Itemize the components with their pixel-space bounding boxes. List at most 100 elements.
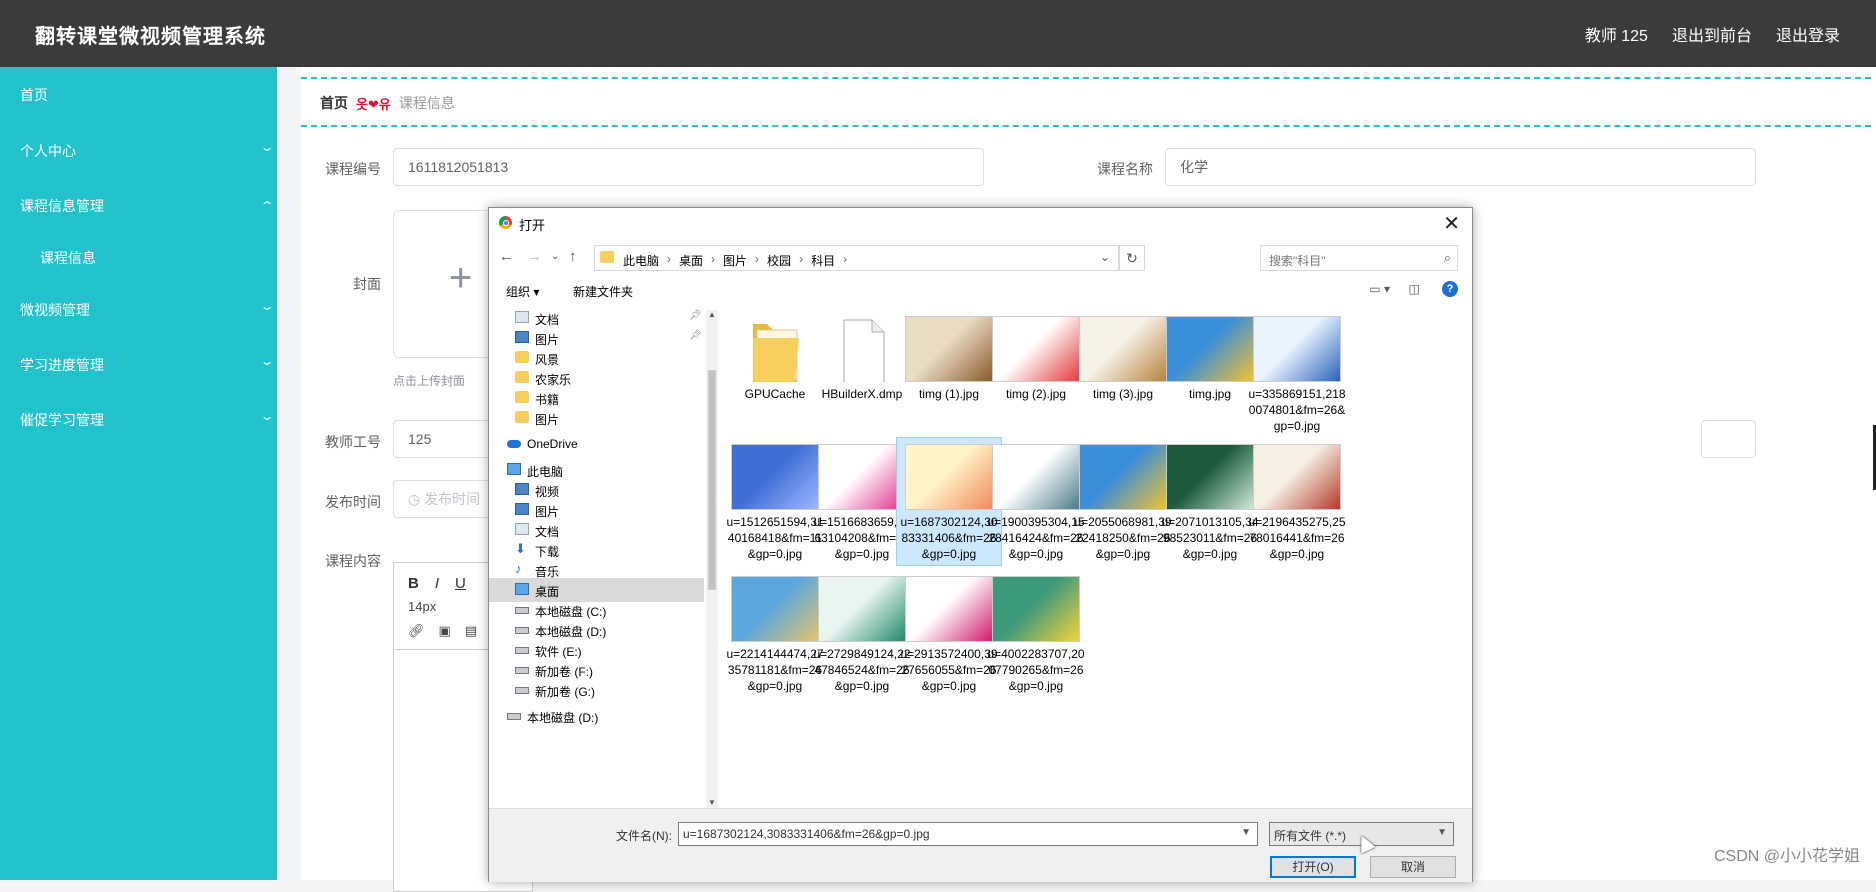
tree-item[interactable]: 新加卷 (G:)	[489, 678, 704, 702]
publish-time-placeholder: 发布时间	[424, 491, 481, 507]
file-name: u=2196435275,2578016441&fm=26&gp=0.jpg	[1248, 515, 1346, 561]
course-no-input[interactable]: 1611812051813	[393, 148, 984, 186]
dialog-footer: 文件名(N): u=1687302124,3083331406&fm=26&gp…	[489, 808, 1472, 882]
file-item[interactable]: u=2196435275,2578016441&fm=26&gp=0.jpg	[1245, 438, 1349, 565]
onedrive-icon	[507, 440, 521, 448]
navigation-scrollbar[interactable]: ▲ ▼	[706, 310, 718, 808]
teacher-name-input[interactable]	[1701, 420, 1756, 458]
help-icon[interactable]: ?	[1442, 281, 1458, 297]
path-segment[interactable]: 校园	[767, 252, 791, 269]
address-bar[interactable]: 此电脑 › 桌面 › 图片 › 校园 › 科目 › ⌄	[594, 245, 1119, 271]
path-segment[interactable]: 桌面	[679, 252, 703, 269]
file-open-dialog: 打开 ✕ ← → ⌄ ↑ 此电脑 › 桌面 › 图片 › 校园 › 科目 › ⌄ ↻ 搜索…	[488, 207, 1473, 882]
filename-input[interactable]: u=1687302124,3083331406&fm=26&gp=0.jpg ▼	[678, 822, 1258, 846]
pin-icon: 📌︎	[689, 330, 702, 341]
underline-button[interactable]: U	[455, 575, 466, 592]
search-input[interactable]: 搜索"科目" ⌕	[1260, 245, 1458, 271]
path-breadcrumb: 此电脑 › 桌面 › 图片 › 校园 › 科目 ›	[623, 252, 847, 269]
sidebar-item-home[interactable]: 首页	[0, 72, 277, 116]
image-thumbnail	[905, 316, 993, 382]
folder-icon	[731, 316, 819, 382]
picture-icon	[515, 483, 529, 495]
refresh-icon[interactable]: ↻	[1119, 245, 1145, 271]
dialog-titlebar[interactable]: 打开 ✕	[489, 208, 1472, 238]
path-segment[interactable]: 此电脑	[623, 252, 659, 269]
organize-button[interactable]: 组织 ▾	[506, 283, 539, 300]
sidebar-item-label: 个人中心	[20, 143, 76, 159]
sidebar-item-progress-management[interactable]: 学习进度管理 ⌄	[0, 342, 277, 386]
folder-icon	[515, 391, 529, 403]
sidebar-item-label: 学习进度管理	[20, 357, 104, 373]
italic-button[interactable]: I	[435, 575, 439, 592]
sidebar-item-urge-management[interactable]: 催促学习管理 ⌄	[0, 397, 277, 441]
file-item[interactable]: u=335869151,2180074801&fm=26&gp=0.jpg	[1245, 310, 1349, 437]
image-thumbnail	[992, 316, 1080, 382]
computer-icon	[515, 583, 529, 595]
publish-time-picker[interactable]: ◷ 发布时间	[393, 480, 503, 518]
tree-item-label: 本地磁盘 (D:)	[527, 711, 599, 725]
header-actions: 教师 125 退出到前台 退出登录	[1585, 22, 1840, 46]
forward-arrow-icon[interactable]: →	[527, 248, 542, 265]
tree-item-label: OneDrive	[527, 437, 578, 451]
image-thumbnail	[818, 444, 906, 510]
picture-icon	[515, 503, 529, 515]
new-folder-button[interactable]: 新建文件夹	[573, 283, 633, 300]
teacher-no-input[interactable]: 125	[393, 420, 503, 458]
course-name-input[interactable]: 化学	[1165, 148, 1756, 186]
breadcrumb-home[interactable]: 首页	[320, 93, 348, 113]
file-list: GPUCache HBuilderX.dmp timg (1).jpg timg (2…	[726, 310, 1459, 810]
path-segment[interactable]: 科目	[811, 252, 835, 269]
chevron-right-icon: ›	[755, 252, 760, 266]
path-segment[interactable]: 图片	[723, 252, 747, 269]
folder-icon	[515, 371, 529, 383]
folder-icon	[515, 411, 529, 423]
chevron-down-icon[interactable]: ⌄	[1100, 250, 1110, 264]
cancel-button[interactable]: 取消	[1370, 856, 1456, 878]
course-name-label: 课程名称	[1097, 161, 1153, 177]
scroll-down-icon[interactable]: ▼	[708, 798, 716, 807]
image-thumbnail	[731, 444, 819, 510]
breadcrumb-bar: 首页 옷❤유 课程信息	[301, 77, 1871, 127]
link-icon[interactable]: 🔗︎	[408, 623, 425, 639]
bold-button[interactable]: B	[408, 575, 419, 592]
scroll-up-icon[interactable]: ▲	[708, 310, 716, 319]
publish-time-label: 发布时间	[325, 494, 381, 510]
view-options-icon[interactable]: ▭ ▾	[1369, 282, 1390, 296]
chevron-down-icon[interactable]: ▼	[1241, 827, 1251, 838]
tree-item[interactable]: 本地磁盘 (D:)	[489, 704, 704, 728]
logout-link[interactable]: 退出登录	[1776, 22, 1840, 46]
current-user[interactable]: 教师 125	[1585, 22, 1648, 46]
image-thumbnail	[1253, 316, 1341, 382]
chevron-right-icon: ›	[843, 252, 848, 266]
sidebar-item-course-info[interactable]: 课程信息	[0, 235, 277, 279]
image-icon[interactable]: ▣	[439, 623, 451, 639]
chevron-down-icon: ⌄	[259, 299, 275, 313]
back-to-front-link[interactable]: 退出到前台	[1672, 22, 1752, 46]
image-thumbnail	[1253, 444, 1341, 510]
up-arrow-icon[interactable]: ↑	[569, 248, 577, 265]
open-button[interactable]: 打开(O)	[1270, 856, 1356, 878]
breadcrumb-current: 课程信息	[398, 95, 455, 111]
folder-icon	[515, 351, 529, 363]
navigation-pane: 文档 📌︎ 图片 📌︎ 风景 农家乐 书籍 图片 OneDrive 此电脑 视频 图片 文档 ⬇ 下载 ♪ 音乐…	[489, 310, 704, 810]
recent-locations-icon[interactable]: ⌄	[551, 251, 559, 262]
tree-item[interactable]: 图片	[489, 406, 704, 430]
back-arrow-icon[interactable]: ←	[499, 248, 514, 265]
file-type-value: 所有文件 (*.*)	[1274, 829, 1347, 843]
download-icon: ⬇	[515, 541, 526, 556]
sidebar-item-course-management[interactable]: 课程信息管理 ⌃	[0, 183, 277, 227]
watermark: CSDN @小小花学姐	[1713, 848, 1860, 865]
sidebar-item-label: 课程信息	[40, 250, 96, 266]
scroll-thumb[interactable]	[708, 370, 716, 590]
font-size-select[interactable]: 14px	[408, 599, 436, 614]
close-icon[interactable]: ✕	[1443, 211, 1460, 236]
content-label: 课程内容	[325, 553, 381, 569]
search-placeholder: 搜索"科目"	[1269, 254, 1326, 268]
preview-pane-icon[interactable]: ◫	[1409, 282, 1420, 296]
sidebar-item-personal-center[interactable]: 个人中心 ⌄	[0, 128, 277, 172]
breadcrumb: 首页 옷❤유 课程信息	[320, 93, 455, 113]
sidebar-item-video-management[interactable]: 微视频管理 ⌄	[0, 287, 277, 331]
file-item[interactable]: u=4002283707,2007790265&fm=26&gp=0.jpg	[984, 570, 1088, 697]
video-icon[interactable]: ▤	[465, 623, 477, 639]
tree-item[interactable]: OneDrive	[489, 432, 704, 456]
